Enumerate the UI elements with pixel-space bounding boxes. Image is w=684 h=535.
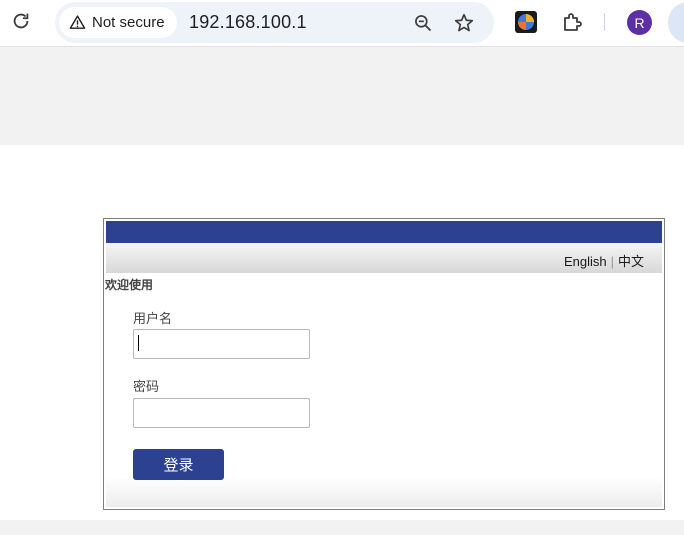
welcome-heading: 欢迎使用	[105, 278, 154, 292]
lang-english-link[interactable]: English	[564, 254, 607, 269]
url-text[interactable]: 192.168.100.1	[189, 12, 307, 33]
toolbar-divider	[604, 13, 605, 31]
reload-icon[interactable]	[10, 10, 32, 32]
warning-icon	[69, 15, 86, 29]
page-footer-band	[0, 520, 684, 535]
profile-avatar[interactable]: R	[627, 10, 652, 35]
panel-title-bar	[106, 221, 662, 243]
security-chip[interactable]: Not secure	[59, 7, 177, 38]
browser-toolbar: Not secure 192.168.100.1 R	[0, 0, 684, 47]
star-icon[interactable]	[453, 12, 475, 34]
username-label: 用户名	[133, 311, 173, 326]
security-label: Not secure	[92, 14, 165, 31]
password-label: 密码	[133, 379, 160, 394]
language-bar: English | 中文	[106, 243, 662, 273]
text-caret	[138, 335, 139, 351]
language-switcher: English | 中文	[564, 251, 644, 270]
extension-icon[interactable]	[515, 11, 537, 33]
lang-separator: |	[610, 254, 614, 269]
password-input[interactable]	[133, 398, 310, 428]
puzzle-icon[interactable]	[560, 10, 584, 34]
browser-menu-button[interactable]	[668, 2, 684, 43]
lang-chinese-link[interactable]: 中文	[618, 254, 644, 269]
zoom-icon[interactable]	[413, 13, 433, 33]
address-bar[interactable]: Not secure 192.168.100.1	[55, 2, 494, 43]
login-panel: English | 中文 欢迎使用 用户名 密码 登录	[103, 218, 665, 510]
page-header-band	[0, 47, 684, 145]
panel-footer-gradient	[106, 477, 662, 507]
username-input[interactable]	[133, 329, 310, 359]
login-button[interactable]: 登录	[133, 449, 224, 480]
